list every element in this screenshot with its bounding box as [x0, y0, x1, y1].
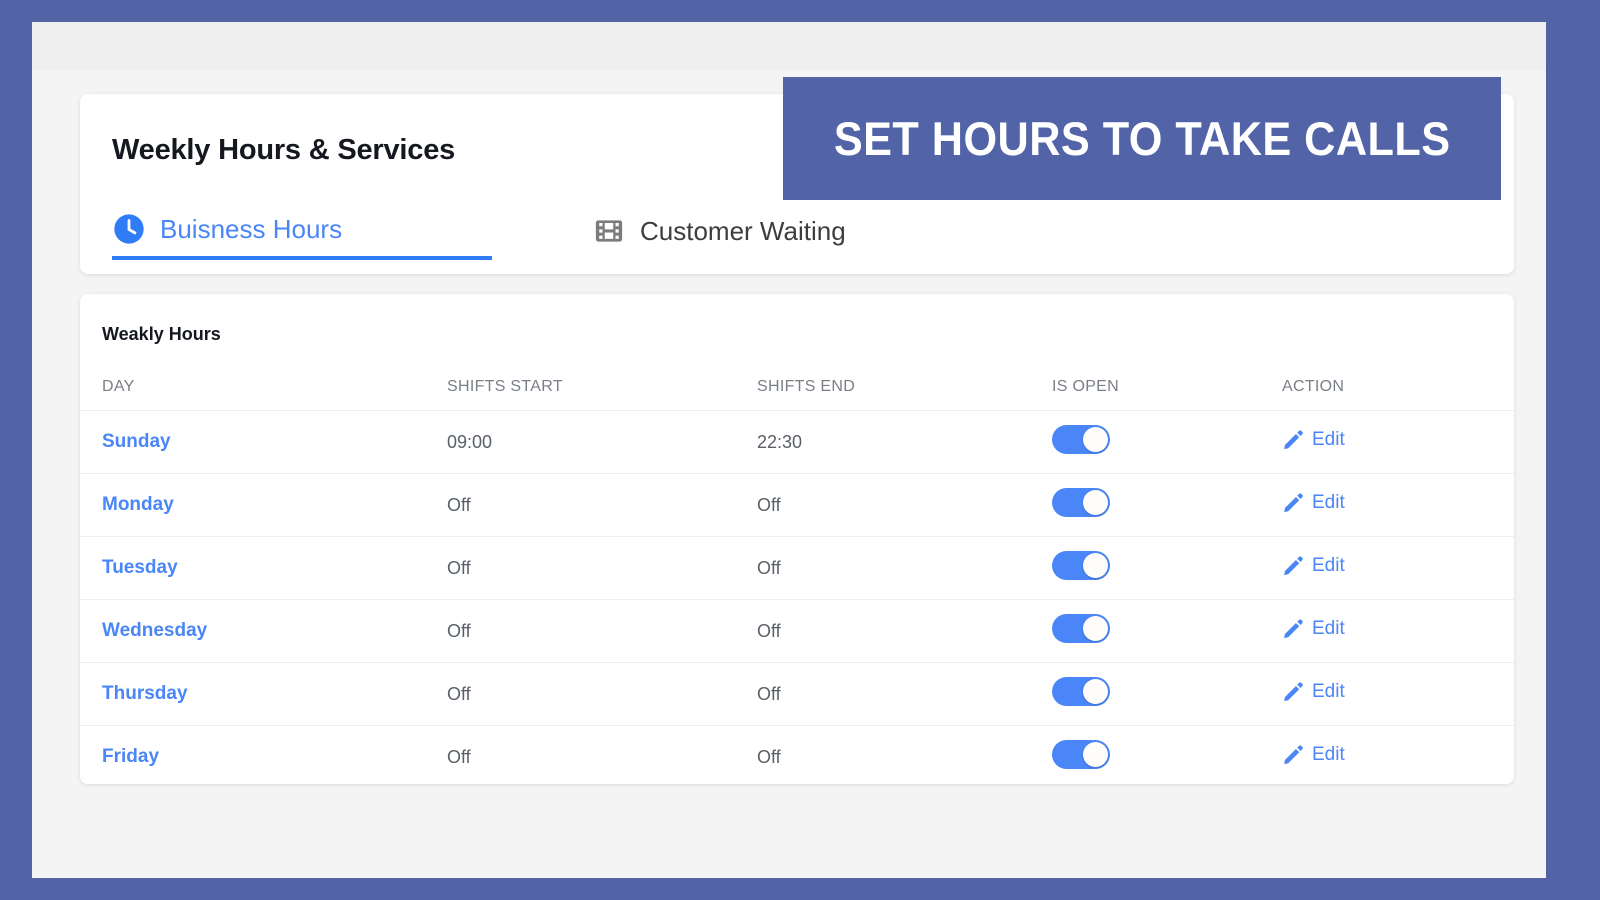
cell-shifts-end: Off — [757, 663, 1052, 726]
toggle-knob — [1083, 679, 1108, 704]
is-open-toggle[interactable] — [1052, 551, 1110, 580]
toggle-knob — [1083, 490, 1108, 515]
tab-buisness-hours[interactable]: Buisness Hours — [112, 202, 492, 260]
is-open-toggle[interactable] — [1052, 614, 1110, 643]
cell-shifts-start: Off — [447, 537, 757, 600]
pencil-icon — [1282, 555, 1304, 577]
column-header-is-open: IS OPEN — [1052, 364, 1282, 411]
tab-customer-waiting[interactable]: Customer Waiting — [592, 202, 856, 260]
edit-label: Edit — [1312, 492, 1345, 514]
edit-button[interactable]: Edit — [1282, 492, 1345, 514]
cell-shifts-end: Off — [757, 474, 1052, 537]
toggle-knob — [1083, 427, 1108, 452]
cell-action: Edit — [1282, 411, 1514, 474]
table-row: WednesdayOffOffEdit — [80, 600, 1514, 663]
edit-label: Edit — [1312, 681, 1345, 703]
is-open-toggle[interactable] — [1052, 677, 1110, 706]
cell-action: Edit — [1282, 600, 1514, 663]
edit-label: Edit — [1312, 618, 1345, 640]
tab-strip: Buisness Hours Custo — [112, 202, 856, 274]
tab-customer-waiting-label: Customer Waiting — [640, 216, 846, 247]
edit-label: Edit — [1312, 555, 1345, 577]
cell-shifts-start: Off — [447, 474, 757, 537]
edit-label: Edit — [1312, 429, 1345, 451]
column-header-shifts-start: SHIFTS START — [447, 364, 757, 411]
table-row: ThursdayOffOffEdit — [80, 663, 1514, 726]
cell-is-open — [1052, 537, 1282, 600]
cell-day[interactable]: Monday — [80, 474, 447, 537]
cell-action: Edit — [1282, 537, 1514, 600]
cell-shifts-start: Off — [447, 600, 757, 663]
toggle-knob — [1083, 553, 1108, 578]
table-head: DAY SHIFTS START SHIFTS END IS OPEN ACTI… — [80, 364, 1514, 411]
edit-button[interactable]: Edit — [1282, 429, 1345, 451]
is-open-toggle[interactable] — [1052, 488, 1110, 517]
column-header-day: DAY — [80, 364, 447, 411]
edit-label: Edit — [1312, 744, 1345, 766]
clock-icon — [112, 212, 146, 246]
table-row: FridayOffOffEdit — [80, 726, 1514, 785]
toggle-knob — [1083, 742, 1108, 767]
cell-shifts-end: Off — [757, 600, 1052, 663]
edit-button[interactable]: Edit — [1282, 744, 1345, 766]
callout-banner: SET HOURS TO TAKE CALLS — [783, 77, 1501, 200]
edit-button[interactable]: Edit — [1282, 618, 1345, 640]
pencil-icon — [1282, 618, 1304, 640]
pencil-icon — [1282, 429, 1304, 451]
callout-banner-text: SET HOURS TO TAKE CALLS — [834, 111, 1451, 166]
is-open-toggle[interactable] — [1052, 740, 1110, 769]
weekly-hours-table: DAY SHIFTS START SHIFTS END IS OPEN ACTI… — [80, 364, 1514, 784]
cell-action: Edit — [1282, 663, 1514, 726]
cell-is-open — [1052, 600, 1282, 663]
table-row: MondayOffOffEdit — [80, 474, 1514, 537]
edit-button[interactable]: Edit — [1282, 681, 1345, 703]
table-header-row: DAY SHIFTS START SHIFTS END IS OPEN ACTI… — [80, 364, 1514, 411]
table-row: Sunday09:0022:30 Edit — [80, 411, 1514, 474]
table-title: Weakly Hours — [102, 324, 221, 345]
film-strip-icon — [592, 214, 626, 248]
cell-is-open — [1052, 411, 1282, 474]
column-header-shifts-end: SHIFTS END — [757, 364, 1052, 411]
cell-shifts-start: Off — [447, 726, 757, 785]
pencil-icon — [1282, 744, 1304, 766]
cell-day[interactable]: Sunday — [80, 411, 447, 474]
cell-shifts-start: Off — [447, 663, 757, 726]
top-bar — [32, 22, 1546, 70]
cell-shifts-start: 09:00 — [447, 411, 757, 474]
is-open-toggle[interactable] — [1052, 425, 1110, 454]
pencil-icon — [1282, 681, 1304, 703]
table-body: Sunday09:0022:30EditMondayOffOffEditTues… — [80, 411, 1514, 785]
column-header-action: ACTION — [1282, 364, 1514, 411]
toggle-knob — [1083, 616, 1108, 641]
cell-shifts-end: Off — [757, 537, 1052, 600]
cell-day[interactable]: Thursday — [80, 663, 447, 726]
cell-is-open — [1052, 474, 1282, 537]
table-row: TuesdayOffOffEdit — [80, 537, 1514, 600]
cell-action: Edit — [1282, 726, 1514, 785]
tab-buisness-hours-label: Buisness Hours — [160, 214, 342, 245]
cell-shifts-end: 22:30 — [757, 411, 1052, 474]
page-title: Weekly Hours & Services — [112, 134, 455, 167]
pencil-icon — [1282, 492, 1304, 514]
cell-day[interactable]: Wednesday — [80, 600, 447, 663]
cell-is-open — [1052, 726, 1282, 785]
edit-button[interactable]: Edit — [1282, 555, 1345, 577]
cell-action: Edit — [1282, 474, 1514, 537]
app-window: Weekly Hours & Services Buisness Hours — [32, 22, 1546, 878]
weekly-hours-card: Weakly Hours DAY SHIFTS START SHIFTS END… — [80, 294, 1514, 784]
cell-shifts-end: Off — [757, 726, 1052, 785]
cell-day[interactable]: Tuesday — [80, 537, 447, 600]
cell-is-open — [1052, 663, 1282, 726]
cell-day[interactable]: Friday — [80, 726, 447, 785]
